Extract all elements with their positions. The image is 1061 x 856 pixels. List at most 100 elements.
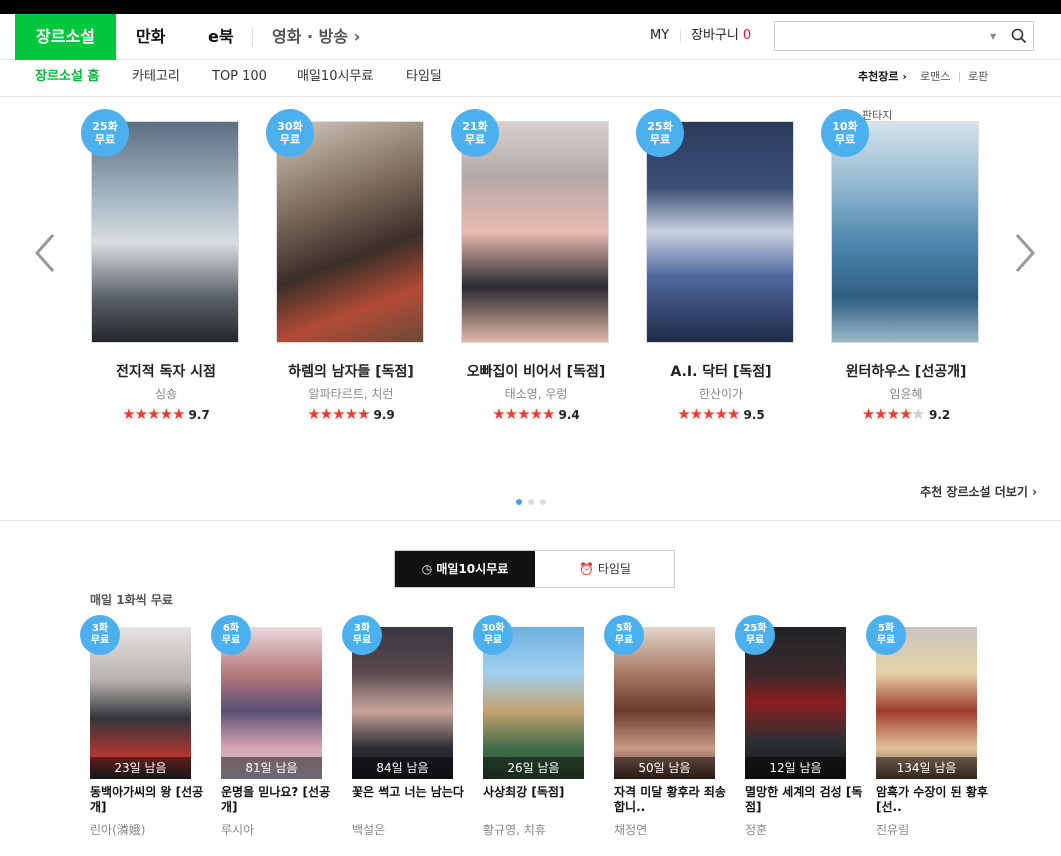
clock-icon: ◷ bbox=[421, 562, 433, 576]
top-black-bar bbox=[0, 0, 1061, 14]
page-dot[interactable] bbox=[528, 499, 534, 505]
badge-text: 무료 bbox=[649, 133, 671, 146]
recommended-genre-label[interactable]: 추천장르 › bbox=[858, 60, 907, 94]
tab-ebook[interactable]: e북 bbox=[208, 14, 234, 60]
book-title[interactable]: 운명을 믿나요? [선공개] bbox=[221, 785, 341, 815]
book-author: 한산이가 bbox=[698, 387, 744, 401]
chevron-right-icon: › bbox=[353, 27, 361, 46]
more-recommended-link[interactable]: 추천 장르소설 더보기 › bbox=[920, 483, 1037, 500]
badge-count: 25화 bbox=[743, 623, 767, 634]
badge-text: 무료 bbox=[614, 635, 634, 646]
rating-score: 9.2 bbox=[928, 408, 951, 422]
badge-text: 무료 bbox=[745, 635, 765, 646]
badge-text: 무료 bbox=[352, 635, 372, 646]
subnav-timedeal[interactable]: 타임딜 bbox=[406, 60, 442, 94]
dropdown-caret-icon[interactable]: ▼ bbox=[990, 32, 996, 41]
book-author: 태소영, 우렁 bbox=[504, 387, 568, 401]
genre-romance-fantasy[interactable]: 로판 bbox=[968, 60, 988, 94]
subnav-home[interactable]: 장르소설 홈 bbox=[35, 60, 99, 94]
free-episode-badge: 30화 무료 bbox=[266, 109, 314, 157]
book-title[interactable]: 암흑가 수장이 된 황후 [선.. bbox=[876, 785, 996, 815]
days-remaining: 134일 남음 bbox=[876, 757, 977, 779]
search-icon[interactable] bbox=[1011, 28, 1027, 44]
tab-comics[interactable]: 만화 bbox=[136, 14, 165, 60]
subnav-category[interactable]: 카테고리 bbox=[132, 60, 180, 94]
free-episode-badge: 10화 무료 bbox=[821, 109, 869, 157]
free-episode-badge: 21화 무료 bbox=[451, 109, 499, 157]
book-title[interactable]: 꽃은 썩고 너는 남는다 bbox=[352, 785, 472, 800]
free-episode-badge: 3화 무료 bbox=[342, 615, 382, 655]
free-episode-badge: 25화 무료 bbox=[735, 615, 775, 655]
book-rating: ★★★★★ 9.9 bbox=[256, 405, 446, 423]
subnav-daily-free[interactable]: 매일10시무료 bbox=[297, 60, 373, 94]
search-box: ▼ bbox=[774, 21, 1034, 51]
star-rating-icon: ★★★★★ bbox=[307, 405, 370, 423]
search-input[interactable] bbox=[775, 22, 975, 50]
badge-count: 10화 bbox=[832, 120, 858, 133]
divider bbox=[959, 72, 960, 82]
badge-text: 무료 bbox=[94, 133, 116, 146]
carousel-pagination bbox=[516, 490, 552, 509]
badge-text: 무료 bbox=[221, 635, 241, 646]
book-title[interactable]: 동백아가씨의 왕 [선공개] bbox=[90, 785, 210, 815]
star-rating-icon: ★★★★★ bbox=[122, 405, 185, 423]
book-author: 루시아 bbox=[221, 823, 255, 837]
genre-romance[interactable]: 로맨스 bbox=[920, 60, 950, 94]
badge-count: 25화 bbox=[647, 120, 673, 133]
sub-nav: 장르소설 홈 카테고리 TOP 100 매일10시무료 타임딜 추천장르 › 로… bbox=[0, 60, 1061, 97]
badge-count: 6화 bbox=[222, 623, 240, 634]
tab-movie-tv[interactable]: 영화 · 방송 › bbox=[272, 14, 360, 60]
book-rating: ★★★★★ 9.5 bbox=[626, 405, 816, 423]
page-dot[interactable] bbox=[540, 499, 546, 505]
book-title[interactable]: 오빠집이 비어서 [독점] bbox=[441, 361, 631, 381]
book-title[interactable]: 멸망한 세계의 검성 [독점] bbox=[745, 785, 865, 815]
page-dot[interactable] bbox=[516, 499, 522, 505]
cart-count: 0 bbox=[742, 28, 752, 43]
book-author: 채정연 bbox=[614, 823, 648, 837]
recommended-genre-text: 추천장르 bbox=[858, 70, 899, 83]
book-title[interactable]: 전지적 독자 시점 bbox=[71, 361, 261, 381]
book-title[interactable]: 사상최강 [독점] bbox=[483, 785, 603, 800]
badge-text: 무료 bbox=[876, 635, 896, 646]
book-title[interactable]: A.I. 닥터 [독점] bbox=[626, 361, 816, 381]
book-rating: ★★★★★ 9.4 bbox=[441, 405, 631, 423]
days-remaining: 50일 남음 bbox=[614, 757, 715, 779]
badge-count: 25화 bbox=[92, 120, 118, 133]
book-rating: ★★★★★ 9.7 bbox=[71, 405, 261, 423]
rating-score: 9.9 bbox=[373, 408, 395, 422]
section-label: 매일 1화씩 무료 bbox=[90, 593, 173, 607]
tab-genre-novel[interactable]: 장르소설 bbox=[15, 14, 116, 60]
badge-text: 무료 bbox=[279, 133, 301, 146]
next-arrow-icon[interactable] bbox=[1014, 233, 1036, 273]
empty-star-icon: ★ bbox=[911, 405, 925, 423]
days-remaining: 84일 남음 bbox=[352, 757, 453, 779]
subnav-top100[interactable]: TOP 100 bbox=[212, 60, 267, 94]
book-author: 백설은 bbox=[352, 823, 386, 837]
badge-text: 무료 bbox=[464, 133, 486, 146]
book-author: 임윤혜 bbox=[889, 387, 923, 401]
book-title[interactable]: 윈터하우스 [선공개] bbox=[811, 361, 1001, 381]
book-author: 알파타르트, 치런 bbox=[308, 387, 394, 401]
free-section-toggle: ◷ 매일10시무료 ⏰ 타임딜 bbox=[394, 550, 675, 588]
cart-label: 장바구니 bbox=[691, 28, 739, 43]
days-remaining: 12일 남음 bbox=[745, 757, 846, 779]
prev-arrow-icon[interactable] bbox=[34, 233, 56, 273]
free-episode-badge: 5화 무료 bbox=[866, 615, 906, 655]
badge-count: 21화 bbox=[462, 120, 488, 133]
tab-daily-free[interactable]: ◷ 매일10시무료 bbox=[395, 551, 535, 587]
tab-timedeal[interactable]: ⏰ 타임딜 bbox=[535, 551, 675, 587]
book-title[interactable]: 자격 미달 황후라 죄송합니.. bbox=[614, 785, 734, 815]
star-rating-icon: ★★★★ bbox=[861, 405, 913, 423]
free-episode-badge: 6화 무료 bbox=[211, 615, 251, 655]
star-rating-icon: ★★★★★ bbox=[677, 405, 740, 423]
badge-text: 무료 bbox=[90, 635, 110, 646]
my-link[interactable]: MY bbox=[650, 14, 669, 58]
cart-link[interactable]: 장바구니 0 bbox=[691, 14, 751, 58]
badge-count: 5화 bbox=[877, 623, 895, 634]
book-title[interactable]: 하렘의 남자들 [독점] bbox=[256, 361, 446, 381]
free-episode-badge: 5화 무료 bbox=[604, 615, 644, 655]
badge-count: 30화 bbox=[481, 623, 505, 634]
rating-score: 9.5 bbox=[743, 408, 765, 422]
days-remaining: 23일 남음 bbox=[90, 757, 191, 779]
star-rating-icon: ★★★★★ bbox=[492, 405, 555, 423]
